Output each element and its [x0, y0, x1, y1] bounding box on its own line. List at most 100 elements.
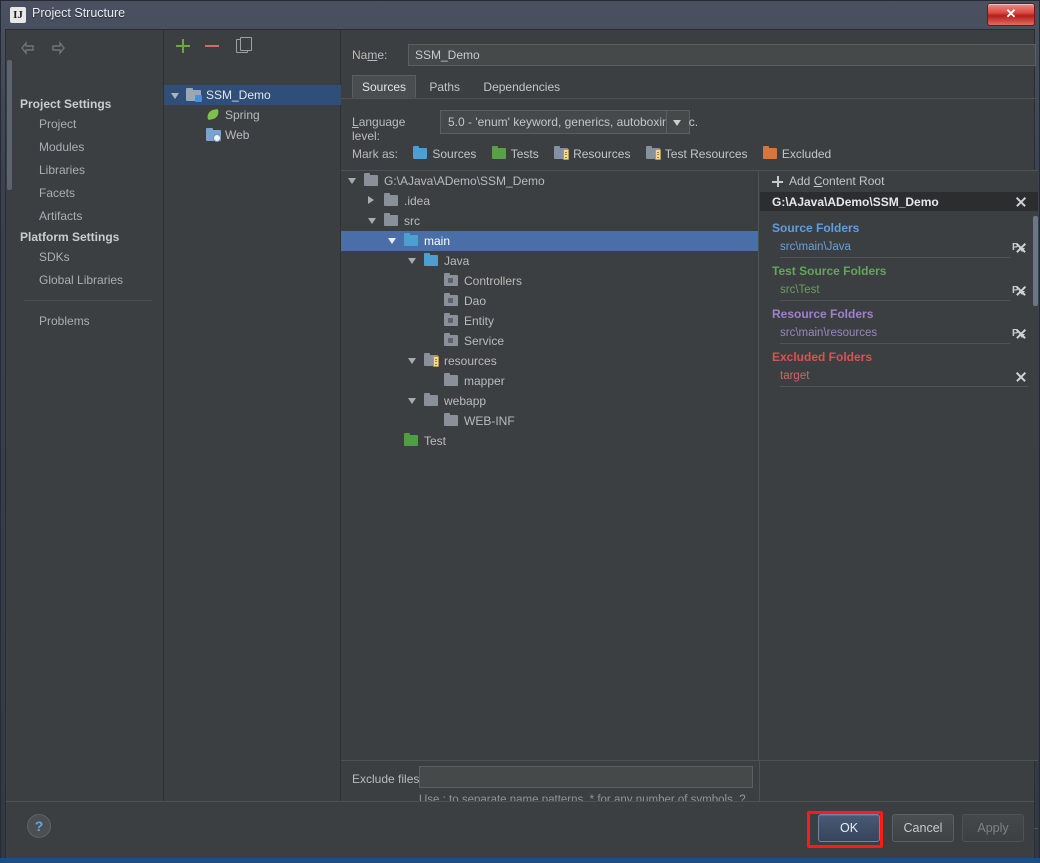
tab-paths[interactable]: Paths: [419, 75, 470, 98]
intellij-logo-icon: IJ: [10, 7, 26, 23]
package-folder-icon: [444, 292, 458, 306]
tree-row[interactable]: .idea: [341, 191, 758, 211]
tree-row-label: mapper: [464, 374, 505, 388]
chevron-down-icon[interactable]: [408, 258, 416, 264]
sidebar-scrollbar[interactable]: [7, 60, 12, 190]
web-icon: [206, 128, 221, 142]
cancel-button[interactable]: Cancel: [892, 814, 954, 842]
sidebar-item-global-libraries[interactable]: Global Libraries: [39, 273, 123, 287]
roots-scrollbar[interactable]: [1033, 216, 1038, 306]
tree-row[interactable]: Java: [341, 251, 758, 271]
mark-as-excluded[interactable]: Excluded: [762, 145, 832, 162]
content-root-path: G:\AJava\ADemo\SSM_Demo: [772, 195, 939, 209]
sidebar-item-project[interactable]: Project: [39, 117, 76, 131]
folder-excluded-icon: [762, 145, 777, 159]
tree-row-label: Entity: [464, 314, 495, 328]
module-item-web[interactable]: Web: [164, 125, 341, 145]
remove-excluded-folder-icon[interactable]: [1015, 371, 1026, 382]
folder-icon: [444, 372, 458, 386]
exclude-files-input[interactable]: [419, 766, 753, 788]
tree-row[interactable]: Service: [341, 331, 758, 351]
remove-source-folder-icon[interactable]: [1015, 242, 1026, 253]
mark-as-sources[interactable]: Sources: [413, 145, 477, 162]
remove-test-source-folder-icon[interactable]: [1015, 285, 1026, 296]
folder-resources-icon: [424, 352, 439, 367]
tree-row[interactable]: mapper: [341, 371, 758, 391]
window-title: Project Structure: [32, 6, 126, 20]
source-folder-path: src\main\Java: [780, 241, 851, 253]
tree-row[interactable]: Controllers: [341, 271, 758, 291]
help-icon[interactable]: ?: [27, 814, 51, 838]
add-module-icon[interactable]: [172, 35, 194, 57]
mark-as-test-resources[interactable]: Test Resources: [645, 145, 748, 162]
chevron-right-icon[interactable]: [368, 196, 374, 204]
test-source-folders-title: Test Source Folders: [772, 264, 887, 278]
name-input[interactable]: [408, 44, 1036, 66]
mark-as-excluded-label: Excluded: [781, 147, 832, 161]
tab-sources[interactable]: Sources: [352, 75, 417, 98]
chevron-down-icon[interactable]: [408, 358, 416, 364]
arrow-left-icon[interactable]: [18, 38, 38, 58]
language-level-label: Language level:: [352, 115, 406, 143]
module-item-ssm-demo[interactable]: SSM_Demo: [164, 85, 341, 105]
tree-row[interactable]: Dao: [341, 291, 758, 311]
close-icon[interactable]: ✕: [987, 3, 1035, 26]
module-item-label: SSM_Demo: [206, 88, 271, 102]
tree-row[interactable]: WEB-INF: [341, 411, 758, 431]
chevron-down-icon[interactable]: [408, 398, 416, 404]
folder-sources-icon: [413, 145, 428, 159]
test-source-folder-path: src\Test: [780, 284, 820, 296]
mark-as-row: Mark as: Sources Tests Resources Test Re…: [352, 145, 832, 162]
navigation-arrows: [18, 38, 77, 61]
arrow-right-icon[interactable]: [49, 38, 69, 58]
chevron-down-icon[interactable]: [171, 93, 179, 99]
chevron-down-icon[interactable]: [666, 111, 689, 133]
copy-module-icon[interactable]: [231, 35, 253, 57]
taskbar-strip: [0, 858, 1040, 863]
module-editor: Name: Sources Paths Dependencies Languag…: [341, 30, 1038, 829]
sidebar-divider: [24, 300, 152, 301]
module-item-label: Spring: [225, 108, 260, 122]
sidebar-item-modules[interactable]: Modules: [39, 140, 84, 154]
language-level-select[interactable]: 5.0 - 'enum' keyword, generics, autoboxi…: [440, 110, 698, 134]
tree-row-label: G:\AJava\ADemo\SSM_Demo: [384, 174, 545, 188]
mark-as-sources-label: Sources: [432, 147, 477, 161]
sidebar-item-libraries[interactable]: Libraries: [39, 163, 85, 177]
mark-as-tests[interactable]: Tests: [491, 145, 539, 162]
tree-row[interactable]: Entity: [341, 311, 758, 331]
sidebar-item-sdks[interactable]: SDKs: [39, 250, 70, 264]
resource-folders-title: Resource Folders: [772, 307, 874, 321]
apply-button[interactable]: Apply: [962, 814, 1024, 842]
mark-as-test-resources-label: Test Resources: [664, 147, 748, 161]
tree-row-label: src: [404, 214, 420, 228]
tree-row[interactable]: webapp: [341, 391, 758, 411]
tree-row-label: .idea: [404, 194, 431, 208]
add-content-root-label: Add Content Root: [789, 174, 885, 188]
tree-row[interactable]: resources: [341, 351, 758, 371]
remove-resource-folder-icon[interactable]: [1015, 328, 1026, 339]
tab-dependencies[interactable]: Dependencies: [473, 75, 570, 98]
content-root-tree[interactable]: G:\AJava\ADemo\SSM_Demo .idea src main J…: [341, 171, 759, 760]
remove-module-icon[interactable]: [201, 35, 223, 57]
tree-row[interactable]: src: [341, 211, 758, 231]
title-bar: IJ Project Structure ✕: [1, 1, 1040, 29]
folder-sources-icon: [424, 252, 438, 266]
package-folder-icon: [444, 332, 458, 346]
chevron-down-icon[interactable]: [388, 238, 396, 244]
chevron-down-icon[interactable]: [348, 178, 356, 184]
module-item-spring[interactable]: Spring: [164, 105, 341, 125]
sidebar-item-artifacts[interactable]: Artifacts: [39, 209, 82, 223]
source-folders-title: Source Folders: [772, 221, 860, 235]
tree-row-label: Dao: [464, 294, 487, 308]
remove-content-root-icon[interactable]: [1015, 196, 1026, 207]
excluded-folder-underline: [780, 386, 1028, 387]
tree-row[interactable]: G:\AJava\ADemo\SSM_Demo: [341, 171, 758, 191]
tree-row-selected[interactable]: main: [341, 231, 758, 251]
add-content-root-button[interactable]: Add Content Root: [760, 171, 1038, 192]
sidebar-item-problems[interactable]: Problems: [39, 314, 90, 328]
ok-button-highlight: [807, 811, 883, 848]
chevron-down-icon[interactable]: [368, 218, 376, 224]
mark-as-resources[interactable]: Resources: [554, 145, 630, 162]
tree-row[interactable]: Test: [341, 431, 758, 451]
sidebar-item-facets[interactable]: Facets: [39, 186, 75, 200]
